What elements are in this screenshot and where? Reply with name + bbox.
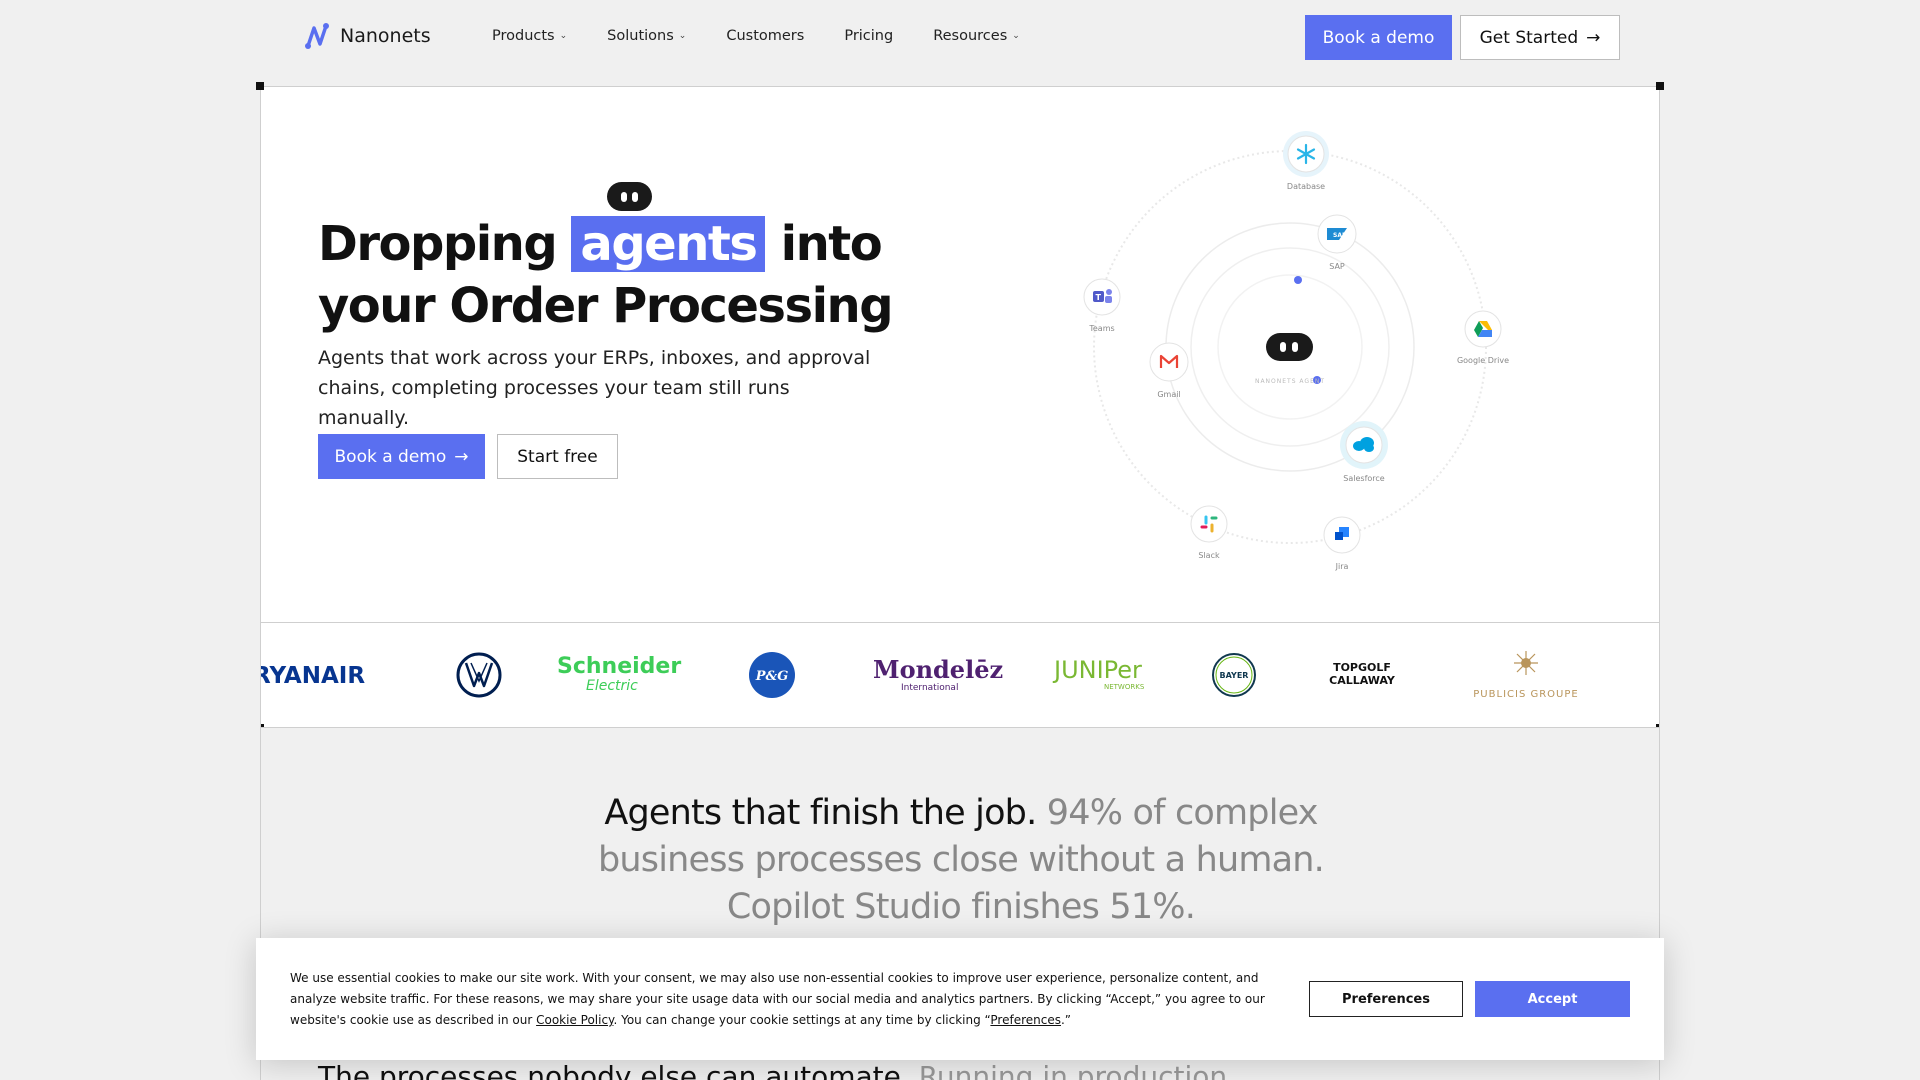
node-gmail-label: Gmail — [1157, 390, 1180, 399]
menu-customers[interactable]: Customers — [726, 28, 804, 44]
menu-solutions-label: Solutions — [607, 28, 674, 44]
menu-pricing-label: Pricing — [844, 28, 894, 44]
mondelez-logo-line2: International — [901, 683, 958, 693]
hero-section: Dropping agents into your Order Processi… — [256, 82, 1664, 623]
volkswagen-logo — [456, 652, 502, 698]
svg-text:T: T — [1096, 293, 1102, 302]
customer-logos: RYANAIR Schneider Electric P&G Mondelēz … — [261, 651, 1578, 700]
teams-icon: T — [1093, 289, 1112, 303]
mondelez-logo-line1: Mondelēz — [873, 655, 1003, 684]
topgolf-logo-line2: CALLAWAY — [1329, 674, 1396, 687]
chevron-down-icon: ⌄ — [678, 31, 687, 41]
cookie-banner: We use essential cookies to make our sit… — [256, 938, 1664, 1060]
sap-icon: SAP — [1327, 228, 1347, 240]
integrations-orbit: NANONETS AGENT Database SAP SAP T Teams … — [1083, 131, 1509, 571]
nav-get-started-button[interactable]: Get Started → — [1460, 15, 1620, 60]
next-heading-dark: The processes nobody else can automate. — [318, 1060, 910, 1080]
node-sap[interactable]: SAP SAP — [1317, 214, 1357, 271]
node-gmail[interactable]: Gmail — [1149, 342, 1189, 399]
menu-resources-label: Resources — [933, 28, 1008, 44]
cookie-text-part2: . You can change your cookie settings at… — [613, 1013, 991, 1027]
pg-logo-text: P&G — [755, 669, 789, 684]
statement-dark: Agents that finish the job. — [604, 793, 1037, 833]
menu-pricing[interactable]: Pricing — [844, 28, 893, 44]
chevron-down-icon: ⌄ — [559, 31, 568, 41]
center-agent: NANONETS AGENT — [1255, 333, 1325, 385]
nanonets-logo-icon — [305, 23, 329, 49]
bayer-logo-text: BAYER — [1220, 671, 1249, 680]
node-slack[interactable]: Slack — [1190, 505, 1228, 560]
node-salesforce[interactable]: Salesforce — [1340, 421, 1388, 483]
menu-resources[interactable]: Resources ⌄ — [933, 28, 1020, 44]
node-database-label: Database — [1287, 182, 1325, 191]
nav-book-demo-button[interactable]: Book a demo — [1305, 15, 1452, 60]
top-nav: Nanonets Products ⌄ Solutions ⌄ Customer… — [0, 0, 1920, 74]
bayer-logo: BAYER — [1212, 653, 1256, 697]
menu-products-label: Products — [492, 28, 555, 44]
menu-solutions[interactable]: Solutions ⌄ — [607, 28, 686, 44]
juniper-logo-line1: JUNIPer — [1052, 656, 1142, 684]
arrow-right-icon: → — [1586, 27, 1601, 48]
customer-logos-strip: RYANAIR Schneider Electric P&G Mondelēz … — [260, 622, 1660, 728]
node-jira-label: Jira — [1335, 562, 1349, 571]
schneider-logo-line1: Schneider — [557, 654, 681, 679]
node-teams-label: Teams — [1088, 324, 1114, 333]
publicis-logo: PUBLICIS GROUPE — [1473, 651, 1578, 700]
publicis-logo-text: PUBLICIS GROUPE — [1473, 689, 1578, 700]
node-salesforce-label: Salesforce — [1343, 474, 1385, 483]
cookie-accept-button[interactable]: Accept — [1475, 981, 1630, 1017]
juniper-logo-line2: NETWORKS — [1104, 683, 1145, 691]
brand-logo[interactable]: Nanonets — [304, 22, 431, 50]
next-heading-light: Running in production. — [918, 1060, 1237, 1080]
schneider-logo-line2: Electric — [586, 678, 638, 694]
node-slack-label: Slack — [1198, 551, 1220, 560]
node-jira[interactable]: Jira — [1323, 516, 1361, 571]
cookie-preferences-button[interactable]: Preferences — [1309, 981, 1463, 1017]
pg-logo: P&G — [749, 652, 795, 698]
chevron-down-icon: ⌄ — [1012, 31, 1020, 41]
brand-name: Nanonets — [340, 25, 431, 47]
cookie-policy-link[interactable]: Cookie Policy — [536, 1013, 613, 1027]
topgolf-logo-line1: TOPGOLF — [1333, 661, 1391, 674]
center-agent-label: NANONETS AGENT — [1255, 378, 1325, 385]
node-teams[interactable]: T Teams — [1083, 278, 1121, 333]
next-section-heading: The processes nobody else can automate. … — [318, 1060, 1236, 1080]
menu-customers-label: Customers — [726, 28, 805, 44]
statement-text: Agents that finish the job. 94% of compl… — [561, 790, 1361, 931]
cookie-text: We use essential cookies to make our sit… — [290, 968, 1290, 1031]
node-database[interactable]: Database — [1283, 131, 1329, 191]
node-google-drive[interactable]: Google Drive — [1457, 310, 1509, 365]
main-menu: Products ⌄ Solutions ⌄ Customers Pricing… — [492, 28, 1020, 44]
svg-text:SAP: SAP — [1333, 232, 1347, 239]
menu-products[interactable]: Products ⌄ — [492, 28, 567, 44]
cookie-text-part3: .” — [1060, 1013, 1072, 1027]
node-sap-label: SAP — [1329, 262, 1345, 271]
node-google-drive-label: Google Drive — [1457, 356, 1509, 365]
cookie-preferences-link[interactable]: Preferences — [990, 1013, 1061, 1027]
get-started-label: Get Started — [1479, 27, 1579, 48]
ryanair-logo: RYANAIR — [261, 663, 365, 689]
